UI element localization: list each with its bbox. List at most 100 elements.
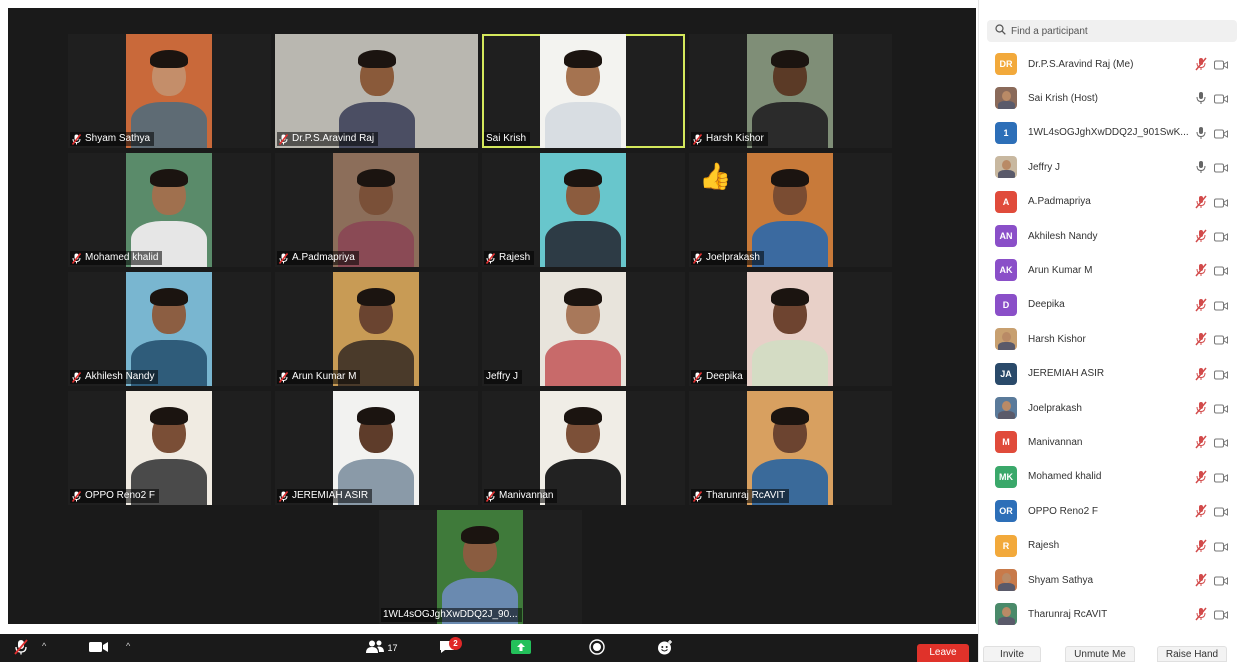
video-tile[interactable]: Manivannan (482, 391, 685, 505)
avatar-initials: 1 (1003, 127, 1009, 138)
microphone-muted-icon[interactable] (1195, 57, 1207, 71)
microphone-muted-icon[interactable] (1195, 573, 1207, 587)
participant-name-tag: Tharunraj RcAVIT (691, 489, 790, 503)
record-button[interactable] (586, 638, 608, 658)
video-tile[interactable]: Arun Kumar M (275, 272, 478, 386)
participant-name: Deepika (706, 371, 743, 382)
participant-video-feed (747, 153, 833, 267)
participant-list-item[interactable]: Jeffry J (995, 155, 1235, 179)
unmute-me-button[interactable]: Unmute Me (1065, 646, 1135, 662)
video-tile[interactable]: Akhilesh Nandy (68, 272, 271, 386)
participant-name-tag: Dr.P.S.Aravind Raj (277, 132, 379, 146)
participant-search-box[interactable] (987, 20, 1237, 42)
microphone-muted-icon[interactable] (1195, 263, 1207, 277)
raise-hand-button[interactable]: Raise Hand (1157, 646, 1227, 662)
microphone-muted-icon[interactable] (1195, 607, 1207, 621)
participant-list-name: OPPO Reno2 F (1028, 505, 1099, 517)
video-camera-icon (1214, 505, 1228, 517)
video-tile[interactable]: Shyam Sathya (68, 34, 271, 148)
microphone-muted-icon[interactable] (1195, 401, 1207, 415)
share-screen-button[interactable] (510, 638, 532, 658)
participant-list-item[interactable]: Joelprakash (995, 396, 1235, 420)
microphone-muted-icon[interactable] (1195, 367, 1207, 381)
participant-list-item[interactable]: AK Arun Kumar M (995, 258, 1235, 282)
participant-name: Jeffry J (486, 371, 519, 382)
microphone-icon[interactable] (1195, 126, 1207, 140)
microphone-muted-icon[interactable] (1195, 470, 1207, 484)
video-tile[interactable]: Jeffry J (482, 272, 685, 386)
video-camera-icon (1214, 230, 1228, 242)
participant-list-item[interactable]: R Rajesh (995, 534, 1235, 558)
audio-options-chevron-icon[interactable]: ^ (42, 642, 50, 651)
video-camera-icon (1214, 333, 1228, 345)
search-input[interactable] (1011, 25, 1211, 37)
participant-name-tag: Joelprakash (691, 251, 764, 265)
video-button[interactable] (86, 638, 112, 658)
participant-list-name: 1WL4sOGJghXwDDQ2J_901SwK... (1028, 127, 1189, 139)
participant-video-feed (126, 272, 212, 386)
participant-name-tag: A.Padmapriya (277, 251, 359, 265)
participant-list-item[interactable]: D Deepika (995, 293, 1235, 317)
video-tile[interactable]: Mohamed khalid (68, 153, 271, 267)
video-tile[interactable]: Dr.P.S.Aravind Raj (275, 34, 478, 148)
avatar-initials: DR (999, 59, 1013, 69)
participant-list-item[interactable]: 1 1WL4sOGJghXwDDQ2J_901SwK... (995, 121, 1235, 145)
avatar (995, 397, 1017, 419)
participant-list-item[interactable]: Harsh Kishor (995, 327, 1235, 351)
microphone-muted-icon (279, 490, 289, 502)
chat-button[interactable]: 2 (437, 636, 462, 658)
microphone-icon[interactable] (1195, 91, 1207, 105)
participant-video-feed (540, 391, 626, 505)
participant-list-item[interactable]: A A.Padmapriya (995, 190, 1235, 214)
video-options-chevron-icon[interactable]: ^ (126, 642, 134, 651)
video-tile[interactable]: Tharunraj RcAVIT (689, 391, 892, 505)
video-tile[interactable]: JEREMIAH ASIR (275, 391, 478, 505)
microphone-muted-icon (279, 371, 289, 383)
smiley-plus-icon (657, 639, 674, 658)
leave-meeting-button[interactable]: Leave (917, 644, 969, 662)
video-tile[interactable]: 1WL4sOGJghXwDDQ2J_90... (379, 510, 582, 624)
video-tile[interactable]: Deepika (689, 272, 892, 386)
avatar: D (995, 293, 1017, 316)
microphone-muted-icon[interactable] (1195, 229, 1207, 243)
participant-list-item[interactable]: M Manivannan (995, 430, 1235, 454)
participant-list-name: Manivannan (1028, 436, 1083, 448)
invite-button[interactable]: Invite (983, 646, 1041, 662)
participant-list-item[interactable]: MK Mohamed khalid (995, 465, 1235, 489)
avatar-initials: JA (1000, 368, 1012, 379)
participant-name-tag: Mohamed khalid (70, 251, 163, 265)
microphone-muted-icon[interactable] (1195, 332, 1207, 346)
microphone-muted-icon (693, 133, 703, 145)
video-tile[interactable]: A.Padmapriya (275, 153, 478, 267)
video-tile[interactable]: 👍 Joelprakash (689, 153, 892, 267)
microphone-muted-icon[interactable] (1195, 539, 1207, 553)
reactions-button[interactable] (654, 638, 676, 658)
microphone-muted-icon[interactable] (1195, 435, 1207, 449)
video-tile[interactable]: Harsh Kishor (689, 34, 892, 148)
microphone-muted-icon[interactable] (1195, 195, 1207, 209)
participant-list-name: Akhilesh Nandy (1028, 230, 1098, 242)
video-tile[interactable]: OPPO Reno2 F (68, 391, 271, 505)
participant-list-item[interactable]: JA JEREMIAH ASIR (995, 362, 1235, 386)
participant-list-name: Deepika (1028, 299, 1065, 311)
participant-list-item[interactable]: OR OPPO Reno2 F (995, 499, 1235, 523)
mute-button[interactable] (10, 638, 32, 658)
participant-list-item[interactable]: DR Dr.P.S.Aravind Raj (Me) (995, 52, 1235, 76)
participant-list-item[interactable]: AN Akhilesh Nandy (995, 224, 1235, 248)
participant-list-item[interactable]: Tharunraj RcAVIT (995, 602, 1235, 626)
video-tile[interactable]: Sai Krish (482, 34, 685, 148)
microphone-muted-icon (693, 371, 703, 383)
video-tile[interactable]: Rajesh (482, 153, 685, 267)
microphone-muted-icon[interactable] (1195, 298, 1207, 312)
participant-name-tag: Jeffry J (484, 370, 523, 384)
microphone-icon[interactable] (1195, 160, 1207, 174)
microphone-muted-icon (486, 252, 496, 264)
video-camera-icon (1214, 368, 1228, 380)
participant-name: 1WL4sOGJghXwDDQ2J_90... (383, 609, 518, 620)
participant-list-item[interactable]: Shyam Sathya (995, 568, 1235, 592)
participants-button[interactable]: 17 (362, 638, 402, 658)
participant-list-name: Rajesh (1028, 540, 1060, 552)
participant-name: Sai Krish (486, 133, 527, 144)
microphone-muted-icon[interactable] (1195, 504, 1207, 518)
participant-list-item[interactable]: Sai Krish (Host) (995, 86, 1235, 110)
